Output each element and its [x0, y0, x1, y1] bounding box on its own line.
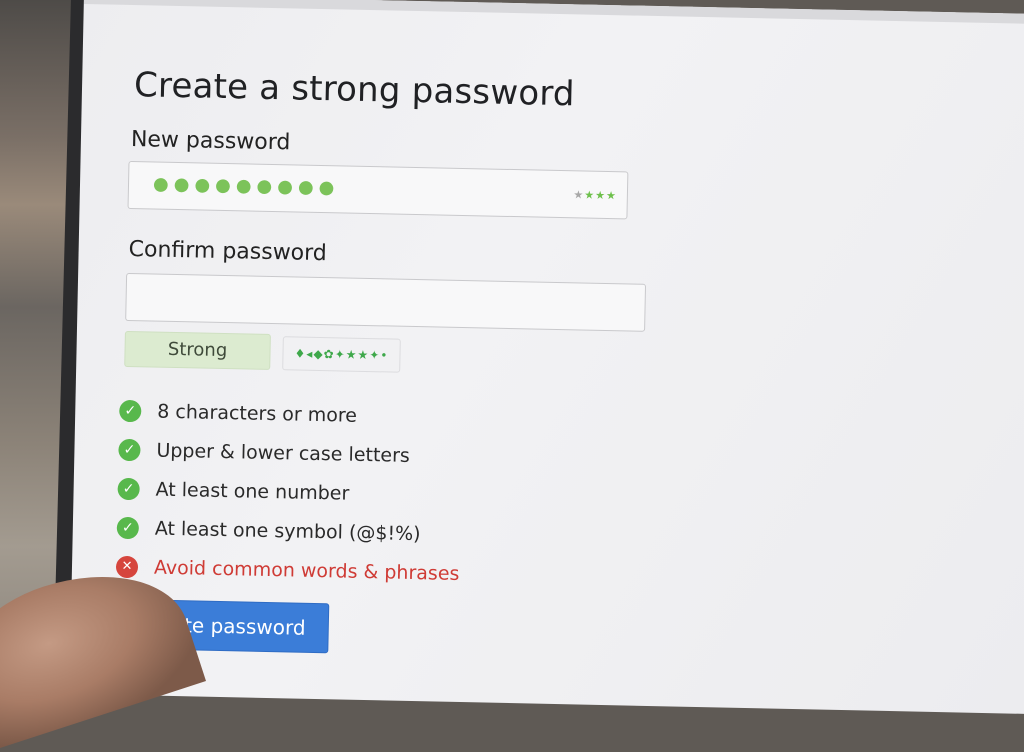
- screen: Create a strong password New password ●●…: [69, 0, 1024, 714]
- password-dots: ●●●●●●●●●: [152, 173, 340, 199]
- strength-meter: ♦◂◆✿✦★★✦•: [282, 336, 401, 373]
- requirement-text: At least one symbol (@$!%): [154, 517, 421, 545]
- check-circle-icon: ✓: [119, 399, 142, 422]
- strength-badge: Strong: [124, 330, 271, 370]
- star-icon-empty: ★: [573, 188, 585, 202]
- star-icon-filled: ★: [595, 188, 607, 202]
- check-circle-icon: ✓: [118, 438, 141, 461]
- confirm-password-label: Confirm password: [128, 236, 328, 267]
- requirement-item: ✕ Avoid common words & phrases: [115, 547, 460, 593]
- strength-stars: ★★★★: [573, 188, 617, 202]
- requirement-text: At least one number: [155, 478, 350, 505]
- check-circle-icon: ✓: [117, 477, 140, 500]
- requirements-list: ✓ 8 characters or more ✓ Upper & lower c…: [115, 391, 463, 593]
- page-title: Create a strong password: [133, 65, 576, 115]
- star-icon-filled: ★: [584, 188, 596, 202]
- requirement-text: Avoid common words & phrases: [153, 556, 460, 585]
- requirement-text: 8 characters or more: [157, 400, 358, 427]
- confirm-password-field[interactable]: [125, 272, 647, 332]
- x-circle-icon: ✕: [115, 555, 139, 578]
- requirement-text: Upper & lower case letters: [156, 439, 411, 467]
- new-password-field[interactable]: ●●●●●●●●● ★★★★: [127, 160, 629, 220]
- check-circle-icon: ✓: [116, 516, 140, 539]
- new-password-label: New password: [130, 127, 291, 156]
- star-icon-filled: ★: [605, 188, 618, 203]
